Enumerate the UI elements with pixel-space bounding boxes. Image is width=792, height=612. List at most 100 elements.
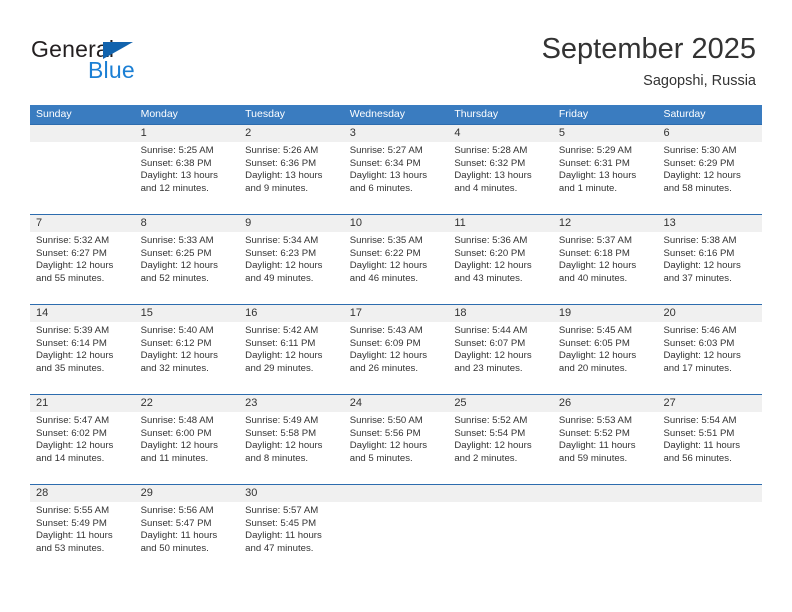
day-cell[interactable]: Sunrise: 5:57 AM Sunset: 5:45 PM Dayligh…: [239, 502, 344, 574]
daylight-text-line2: and 50 minutes.: [140, 542, 209, 554]
sunrise-text: Sunrise: 5:34 AM: [245, 235, 319, 246]
day-cell[interactable]: Sunrise: 5:37 AM Sunset: 6:18 PM Dayligh…: [553, 232, 658, 304]
sunrise-text: Sunrise: 5:57 AM: [245, 505, 319, 516]
sunset-text: Sunset: 6:18 PM: [558, 247, 630, 259]
sunset-text: Sunset: 6:27 PM: [36, 247, 107, 259]
daylight-text-line1: Daylight: 13 hours: [454, 170, 532, 182]
day-cell[interactable]: Sunrise: 5:27 AM Sunset: 6:34 PM Dayligh…: [344, 142, 449, 214]
day-number: 8: [140, 217, 147, 229]
sunset-text: Sunset: 5:45 PM: [245, 517, 317, 529]
daylight-text-line2: and 2 minutes.: [454, 452, 518, 464]
day-number: 22: [140, 397, 153, 409]
day-cell[interactable]: Sunrise: 5:40 AM Sunset: 6:12 PM Dayligh…: [135, 322, 240, 394]
calendar-grid: Sunday Monday Tuesday Wednesday Thursday…: [30, 105, 762, 574]
day-number: 18: [454, 307, 467, 319]
day-number: 9: [245, 217, 252, 229]
day-cell[interactable]: [344, 502, 449, 574]
brand-name-blue: Blue: [88, 57, 135, 83]
day-number: 11: [454, 217, 466, 229]
daylight-text-line2: and 9 minutes.: [245, 182, 309, 194]
sunset-text: Sunset: 5:52 PM: [558, 427, 630, 439]
sunset-text: Sunset: 6:09 PM: [349, 337, 421, 349]
daylight-text-line1: Daylight: 12 hours: [454, 350, 532, 362]
day-cell[interactable]: Sunrise: 5:38 AM Sunset: 6:16 PM Dayligh…: [657, 232, 762, 304]
sunset-text: Sunset: 6:12 PM: [140, 337, 212, 349]
daylight-text-line1: Daylight: 12 hours: [558, 260, 637, 272]
week-detail-band: Sunrise: 5:25 AM Sunset: 6:38 PM Dayligh…: [30, 142, 762, 214]
daylight-text-line2: and 47 minutes.: [245, 542, 314, 554]
day-number: 25: [454, 397, 467, 409]
day-number: 14: [36, 307, 49, 319]
day-number: [30, 125, 135, 142]
sunrise-text: Sunrise: 5:49 AM: [245, 415, 319, 426]
daylight-text-line1: Daylight: 12 hours: [140, 440, 218, 452]
day-number: [448, 485, 553, 502]
day-cell[interactable]: Sunrise: 5:29 AM Sunset: 6:31 PM Dayligh…: [553, 142, 658, 214]
day-cell[interactable]: Sunrise: 5:49 AM Sunset: 5:58 PM Dayligh…: [239, 412, 344, 484]
daylight-text-line2: and 55 minutes.: [36, 272, 105, 284]
daylight-text-line1: Daylight: 12 hours: [36, 260, 114, 272]
day-number: 19: [558, 307, 572, 319]
daylight-text-line2: and 35 minutes.: [36, 362, 105, 374]
day-cell[interactable]: Sunrise: 5:56 AM Sunset: 5:47 PM Dayligh…: [135, 502, 240, 574]
calendar-week-row: 21 22 23 24 25 26 27 Sunrise: 5:47 AM Su…: [30, 394, 762, 484]
day-cell[interactable]: Sunrise: 5:42 AM Sunset: 6:11 PM Dayligh…: [239, 322, 344, 394]
day-number: 12: [558, 217, 572, 229]
day-number: 20: [663, 307, 676, 319]
daylight-text-line2: and 58 minutes.: [663, 182, 732, 194]
day-cell[interactable]: Sunrise: 5:30 AM Sunset: 6:29 PM Dayligh…: [657, 142, 762, 214]
day-cell[interactable]: Sunrise: 5:47 AM Sunset: 6:02 PM Dayligh…: [30, 412, 135, 484]
day-number: 6: [663, 127, 670, 139]
day-cell[interactable]: Sunrise: 5:50 AM Sunset: 5:56 PM Dayligh…: [344, 412, 449, 484]
day-number: [657, 485, 762, 502]
day-cell[interactable]: Sunrise: 5:46 AM Sunset: 6:03 PM Dayligh…: [657, 322, 762, 394]
day-cell[interactable]: Sunrise: 5:35 AM Sunset: 6:22 PM Dayligh…: [344, 232, 449, 304]
sunrise-text: Sunrise: 5:42 AM: [245, 325, 319, 336]
daylight-text-line2: and 53 minutes.: [36, 542, 105, 554]
day-cell[interactable]: [30, 142, 135, 214]
day-cell[interactable]: Sunrise: 5:33 AM Sunset: 6:25 PM Dayligh…: [135, 232, 240, 304]
sunrise-text: Sunrise: 5:28 AM: [454, 145, 528, 156]
day-cell[interactable]: [553, 502, 658, 574]
week-day-number-band: 21 22 23 24 25 26 27: [30, 395, 762, 412]
day-cell[interactable]: Sunrise: 5:28 AM Sunset: 6:32 PM Dayligh…: [448, 142, 553, 214]
day-cell[interactable]: Sunrise: 5:32 AM Sunset: 6:27 PM Dayligh…: [30, 232, 135, 304]
sunset-text: Sunset: 6:05 PM: [558, 337, 630, 349]
day-cell[interactable]: Sunrise: 5:55 AM Sunset: 5:49 PM Dayligh…: [30, 502, 135, 574]
day-cell[interactable]: Sunrise: 5:53 AM Sunset: 5:52 PM Dayligh…: [553, 412, 658, 484]
daylight-text-line2: and 32 minutes.: [140, 362, 209, 374]
day-cell[interactable]: Sunrise: 5:54 AM Sunset: 5:51 PM Dayligh…: [657, 412, 762, 484]
day-cell[interactable]: Sunrise: 5:44 AM Sunset: 6:07 PM Dayligh…: [448, 322, 553, 394]
day-cell[interactable]: Sunrise: 5:25 AM Sunset: 6:38 PM Dayligh…: [135, 142, 240, 214]
week-day-number-band: 7 8 9 10 11 12 13: [30, 215, 762, 232]
weekday-header-monday: Monday: [140, 108, 178, 120]
day-cell[interactable]: Sunrise: 5:48 AM Sunset: 6:00 PM Dayligh…: [135, 412, 240, 484]
week-detail-band: Sunrise: 5:39 AM Sunset: 6:14 PM Dayligh…: [30, 322, 762, 394]
day-cell[interactable]: Sunrise: 5:43 AM Sunset: 6:09 PM Dayligh…: [344, 322, 449, 394]
page-header: General Blue September 2025 Sagopshi, Ru…: [0, 0, 792, 100]
weekday-header-thursday: Thursday: [454, 108, 499, 120]
brand-logo[interactable]: General Blue: [31, 36, 241, 88]
day-cell[interactable]: Sunrise: 5:52 AM Sunset: 5:54 PM Dayligh…: [448, 412, 553, 484]
day-cell[interactable]: Sunrise: 5:34 AM Sunset: 6:23 PM Dayligh…: [239, 232, 344, 304]
daylight-text-line1: Daylight: 12 hours: [663, 170, 741, 182]
daylight-text-line1: Daylight: 12 hours: [349, 350, 428, 362]
day-cell[interactable]: Sunrise: 5:45 AM Sunset: 6:05 PM Dayligh…: [553, 322, 658, 394]
calendar-week-row: 7 8 9 10 11 12 13 Sunrise: 5:32 AM Sunse…: [30, 214, 762, 304]
day-number: 15: [140, 307, 153, 319]
sunset-text: Sunset: 6:23 PM: [245, 247, 317, 259]
weekday-header-wednesday: Wednesday: [349, 108, 405, 120]
sunset-text: Sunset: 6:00 PM: [140, 427, 212, 439]
day-cell[interactable]: Sunrise: 5:26 AM Sunset: 6:36 PM Dayligh…: [239, 142, 344, 214]
day-cell[interactable]: Sunrise: 5:36 AM Sunset: 6:20 PM Dayligh…: [448, 232, 553, 304]
sunrise-text: Sunrise: 5:50 AM: [349, 415, 423, 426]
day-cell[interactable]: Sunrise: 5:39 AM Sunset: 6:14 PM Dayligh…: [30, 322, 135, 394]
day-number: 10: [349, 217, 362, 229]
day-cell[interactable]: [657, 502, 762, 574]
sunrise-text: Sunrise: 5:32 AM: [36, 235, 110, 246]
week-day-number-band: 1 2 3 4 5 6: [30, 125, 762, 142]
day-cell[interactable]: [448, 502, 553, 574]
sunrise-text: Sunrise: 5:39 AM: [36, 325, 110, 336]
daylight-text-line2: and 4 minutes.: [454, 182, 518, 194]
sunset-text: Sunset: 6:29 PM: [663, 157, 735, 169]
